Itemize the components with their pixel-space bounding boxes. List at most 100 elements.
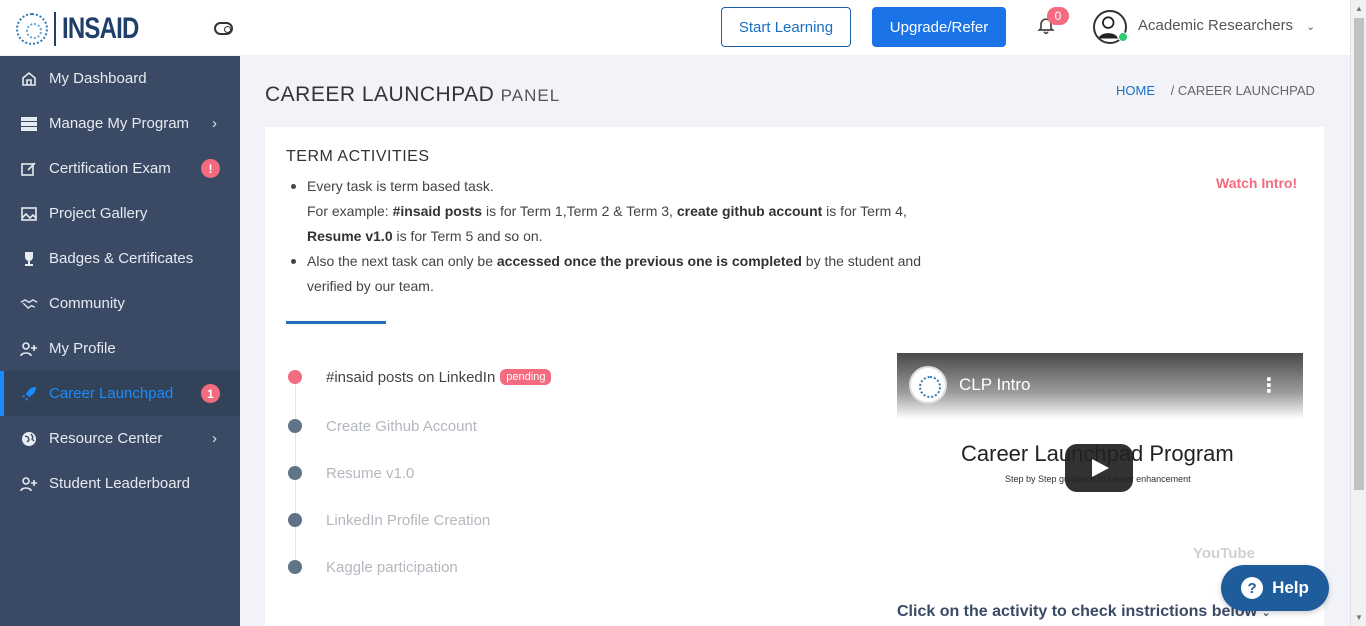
sidebar-item-label: Student Leaderboard: [49, 475, 190, 492]
activity-step[interactable]: Create Github Account: [288, 415, 477, 437]
rule-bold-text: create github account: [676, 203, 823, 219]
intro-video-player[interactable]: Career Launchpad Program Step by Step gu…: [897, 353, 1303, 583]
sidebar-item-label: My Profile: [49, 340, 116, 357]
section-divider: [286, 321, 386, 324]
upgrade-refer-button[interactable]: Upgrade/Refer: [872, 7, 1006, 47]
breadcrumb-home-link[interactable]: HOME: [1116, 83, 1155, 98]
rule-text: Also the next task can only be: [307, 253, 497, 269]
activity-step[interactable]: LinkedIn Profile Creation: [288, 509, 490, 531]
online-status-indicator: [1118, 32, 1128, 42]
rule-text: verified by our team.: [307, 278, 434, 294]
more-options-icon[interactable]: ⋮: [1259, 373, 1279, 398]
insaid-logo[interactable]: INSAID: [16, 12, 158, 46]
chevron-right-icon: ›: [212, 430, 217, 447]
scroll-down-arrow-icon[interactable]: ▼: [1355, 613, 1363, 622]
image-icon: [20, 205, 38, 223]
handshake-icon: [20, 295, 38, 313]
sidebar-item-student-leaderboard[interactable]: Student Leaderboard: [0, 461, 240, 506]
page-scrollbar[interactable]: ▲ ▼: [1350, 0, 1366, 626]
rule-item: Every task is term based task. For examp…: [287, 174, 967, 249]
rule-text: is for Term 4,: [822, 203, 907, 219]
rule-item: Also the next task can only be accessed …: [287, 249, 967, 299]
server-icon: [20, 115, 38, 133]
breadcrumb-separator: /: [1170, 83, 1175, 98]
step-dot: [288, 466, 302, 480]
step-label: Create Github Account: [326, 417, 477, 435]
click-hint-text: Click on the activity to check instricti…: [897, 603, 1271, 621]
term-activities-title: TERM ACTIVITIES: [286, 148, 430, 165]
term-rules-list: Every task is term based task. For examp…: [287, 174, 967, 299]
rule-bold-text: accessed once the previous one is comple…: [496, 253, 802, 269]
sidebar-item-resource-center[interactable]: Resource Center ›: [0, 416, 240, 461]
logo-text: INSAID: [62, 12, 139, 45]
sidebar-item-label: Badges & Certificates: [49, 250, 194, 267]
help-button[interactable]: ? Help: [1221, 565, 1329, 611]
rule-text: is for Term 5 and so on.: [392, 228, 543, 244]
sidebar-item-label: Project Gallery: [49, 205, 148, 222]
sidebar-item-my-dashboard[interactable]: My Dashboard: [0, 56, 240, 101]
page-title-main: CAREER LAUNCHPAD: [265, 83, 495, 106]
step-label: #insaid posts on LinkedIn: [326, 368, 496, 386]
rule-text: Every task is term based task.: [307, 178, 494, 194]
scroll-up-arrow-icon[interactable]: ▲: [1355, 4, 1363, 13]
help-label: Help: [1272, 578, 1309, 597]
notification-count-badge: 0: [1047, 7, 1069, 25]
launchpad-count-badge: 1: [201, 384, 220, 403]
step-label: Resume v1.0: [326, 464, 415, 482]
click-hint-label: Click on the activity to check instricti…: [897, 603, 1258, 620]
youtube-watermark[interactable]: YouTube: [1193, 545, 1255, 562]
rocket-icon: [20, 385, 38, 403]
sidebar-item-label: Resource Center: [49, 430, 163, 447]
trophy-icon: [20, 250, 38, 268]
sidebar-item-project-gallery[interactable]: Project Gallery: [0, 191, 240, 236]
sidebar-toggle-icon[interactable]: [214, 22, 233, 35]
user-name[interactable]: Academic Researchers: [1138, 17, 1293, 34]
sidebar-item-label: Certification Exam: [49, 160, 171, 177]
sidebar: My Dashboard Manage My Program › Certifi…: [0, 56, 240, 626]
chevron-down-icon[interactable]: ⌄: [1306, 20, 1315, 33]
page-title-suffix: PANEL: [500, 86, 561, 105]
sidebar-item-label: My Dashboard: [49, 70, 147, 87]
channel-avatar-icon[interactable]: [909, 366, 947, 404]
step-dot: [288, 560, 302, 574]
step-dot: [288, 419, 302, 433]
page-title: CAREER LAUNCHPAD PANEL: [265, 83, 560, 107]
sidebar-item-my-profile[interactable]: My Profile: [0, 326, 240, 371]
sidebar-item-certification-exam[interactable]: Certification Exam !: [0, 146, 240, 191]
step-dot: [288, 370, 302, 384]
user-plus-icon: [20, 340, 38, 358]
start-learning-button[interactable]: Start Learning: [721, 7, 851, 47]
step-dot: [288, 513, 302, 527]
sidebar-item-badges-certificates[interactable]: Badges & Certificates: [0, 236, 240, 281]
home-icon: [20, 70, 38, 88]
watch-intro-link[interactable]: Watch Intro!: [1216, 175, 1297, 191]
sidebar-item-community[interactable]: Community: [0, 281, 240, 326]
sidebar-item-career-launchpad[interactable]: Career Launchpad 1: [0, 371, 240, 416]
logo-icon: [16, 13, 48, 45]
rule-text: For example:: [307, 203, 393, 219]
video-title[interactable]: CLP Intro: [959, 375, 1031, 395]
scrollbar-thumb[interactable]: [1354, 18, 1364, 490]
play-button-icon[interactable]: [1065, 444, 1133, 492]
status-badge: pending: [500, 369, 552, 385]
globe-icon: [20, 430, 38, 448]
sidebar-item-label: Career Launchpad: [49, 385, 174, 402]
activity-step[interactable]: Kaggle participation: [288, 556, 458, 578]
rule-text: by the student and: [801, 253, 921, 269]
step-label: Kaggle participation: [326, 558, 458, 576]
activity-step[interactable]: Resume v1.0: [288, 462, 414, 484]
rule-bold-text: #insaid posts: [392, 203, 483, 219]
breadcrumb-current: CAREER LAUNCHPAD: [1177, 83, 1315, 98]
rule-text: is for Term 1,Term 2 & Term 3,: [482, 203, 677, 219]
user-plus-icon: [20, 475, 38, 493]
top-header: INSAID Start Learning Upgrade/Refer 0 Ac…: [0, 0, 1350, 56]
edit-icon: [20, 160, 38, 178]
logo-divider: [54, 12, 56, 46]
chevron-right-icon: ›: [212, 115, 217, 132]
sidebar-item-manage-my-program[interactable]: Manage My Program ›: [0, 101, 240, 146]
rule-bold-text: Resume v1.0: [307, 228, 393, 244]
question-icon: ?: [1241, 577, 1264, 599]
video-top-bar: [897, 353, 1303, 419]
sidebar-item-label: Manage My Program: [49, 115, 190, 132]
activity-step[interactable]: #insaid posts on LinkedIn pending: [288, 366, 552, 388]
